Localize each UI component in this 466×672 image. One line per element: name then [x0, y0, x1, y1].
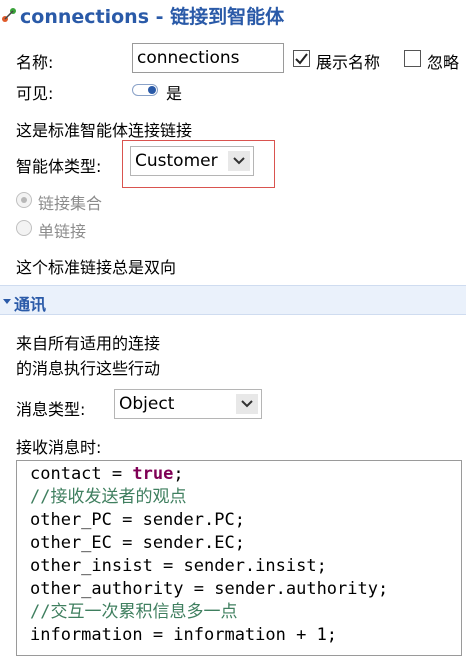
code-editor[interactable]: contact = true; //接收发送者的观点 other_PC = se… [16, 460, 462, 656]
on-receive-label: 接收消息时: [16, 438, 102, 457]
visible-label: 可见: [16, 84, 54, 103]
comm-desc-line1: 来自所有适用的连接 [16, 334, 161, 353]
message-type-label: 消息类型: [16, 400, 86, 419]
radio-single-link[interactable] [16, 220, 32, 236]
link-icon [2, 8, 16, 22]
agent-type-label: 智能体类型: [16, 157, 102, 176]
standard-info-text: 这是标准智能体连接链接 [16, 121, 193, 140]
collapse-icon [3, 299, 11, 304]
message-type-value: Object [119, 394, 175, 414]
ignore-label: 忽略 [427, 53, 460, 72]
radio-single-link-label: 单链接 [38, 222, 87, 241]
checkmark-icon [295, 53, 308, 65]
radio-link-collection-label: 链接集合 [38, 194, 103, 213]
code-line-2: //接收发送者的观点 [30, 487, 187, 507]
message-type-select[interactable]: Object [114, 389, 262, 419]
code-line-4: other_EC = sender.EC; [30, 533, 245, 553]
code-line-7: //交互一次累积信息多一点 [30, 602, 238, 622]
agent-type-select[interactable]: Customer [130, 146, 254, 176]
agent-type-value: Customer [135, 151, 218, 171]
visible-value: 是 [166, 84, 183, 103]
radio-link-collection[interactable] [16, 192, 32, 208]
chevron-down-icon [236, 394, 258, 414]
visible-toggle[interactable] [132, 84, 158, 96]
bidirectional-info-text: 这个标准链接总是双向 [16, 258, 177, 277]
code-line-1: contact = true; [30, 464, 184, 484]
code-line-3: other_PC = sender.PC; [30, 510, 245, 530]
chevron-down-icon [228, 151, 250, 171]
code-line-6: other_authority = sender.authority; [30, 579, 389, 599]
section-header-communication[interactable]: 通讯 [0, 285, 466, 315]
title-bar: connections - 链接到智能体 [0, 0, 466, 30]
section-title: 通讯 [14, 295, 47, 314]
code-line-8: information = information + 1; [30, 625, 338, 645]
name-label: 名称: [16, 53, 54, 72]
ignore-checkbox[interactable] [404, 50, 421, 67]
name-input[interactable]: connections [132, 43, 284, 73]
code-line-5: other_insist = sender.insist; [30, 556, 327, 576]
show-name-label: 展示名称 [316, 53, 381, 72]
show-name-checkbox[interactable] [293, 50, 310, 67]
page-title: connections - 链接到智能体 [20, 6, 285, 28]
comm-desc-line2: 的消息执行这些行动 [16, 359, 161, 378]
